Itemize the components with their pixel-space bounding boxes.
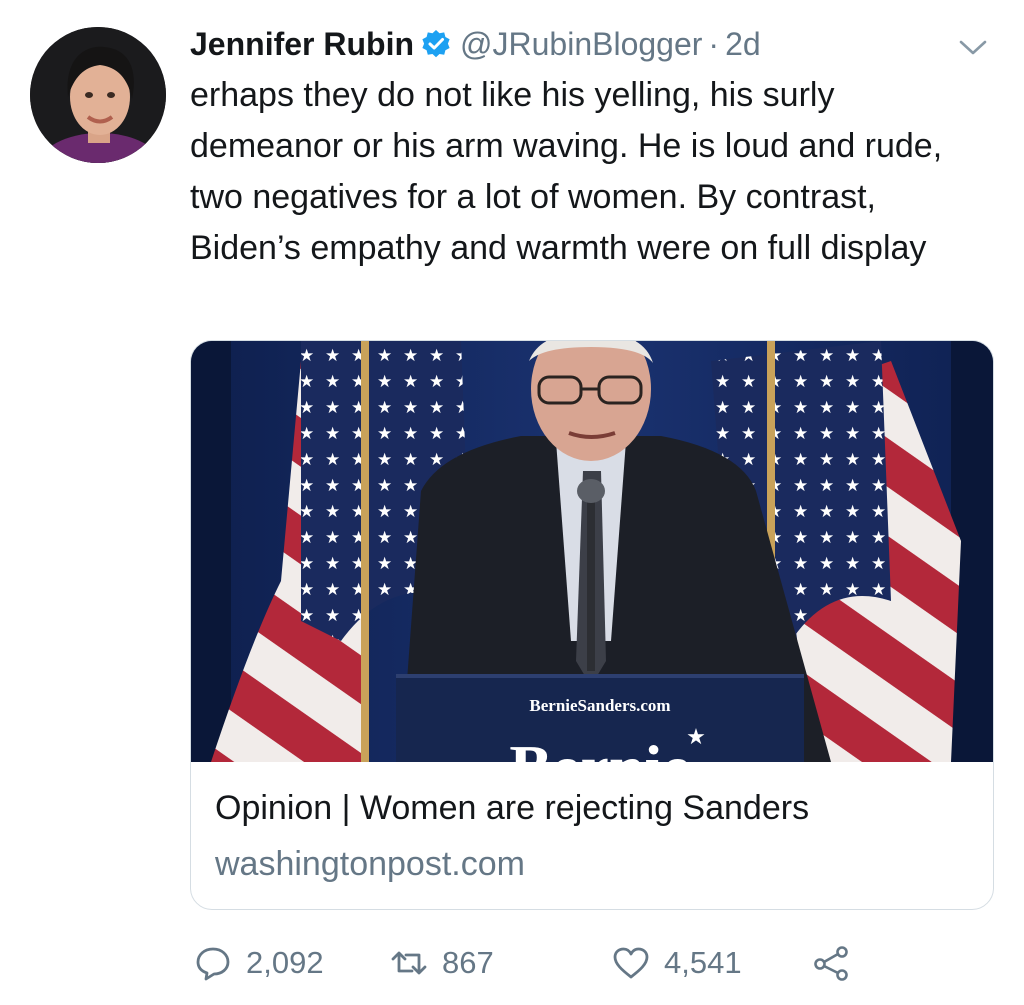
- verified-badge-icon: [421, 29, 451, 59]
- retweet-count: 867: [442, 945, 494, 980]
- share-button[interactable]: [812, 938, 850, 988]
- card-domain: washingtonpost.com: [215, 845, 525, 883]
- action-bar: 2,092 867 4,541: [190, 938, 990, 988]
- reply-icon: [194, 944, 232, 982]
- tweet-timestamp[interactable]: 2d: [725, 26, 761, 63]
- heart-icon: [612, 944, 650, 982]
- chevron-down-icon[interactable]: [957, 36, 989, 58]
- tweet-header: Jennifer Rubin @JRubinBlogger · 2d: [190, 22, 761, 66]
- card-title[interactable]: Opinion | Women are rejecting Sanders: [215, 789, 809, 828]
- tweet-text: erhaps they do not like his yelling, his…: [190, 76, 943, 267]
- like-button[interactable]: 4,541: [612, 938, 742, 988]
- podium-banner-text: Bernie: [509, 732, 690, 762]
- link-card[interactable]: ★: [190, 340, 994, 910]
- reply-button[interactable]: 2,092: [194, 938, 324, 988]
- avatar[interactable]: [30, 27, 166, 163]
- share-icon: [812, 944, 850, 982]
- author-handle[interactable]: @JRubinBlogger: [460, 26, 702, 63]
- author-name[interactable]: Jennifer Rubin: [190, 26, 414, 63]
- card-image: ★: [191, 341, 993, 762]
- avatar-photo: [30, 27, 166, 163]
- retweet-button[interactable]: 867: [390, 938, 494, 988]
- podium-sign-text: BernieSanders.com: [529, 696, 670, 715]
- reply-count: 2,092: [246, 945, 324, 980]
- like-count: 4,541: [664, 945, 742, 980]
- separator-dot: ·: [708, 25, 720, 62]
- retweet-icon: [390, 944, 428, 982]
